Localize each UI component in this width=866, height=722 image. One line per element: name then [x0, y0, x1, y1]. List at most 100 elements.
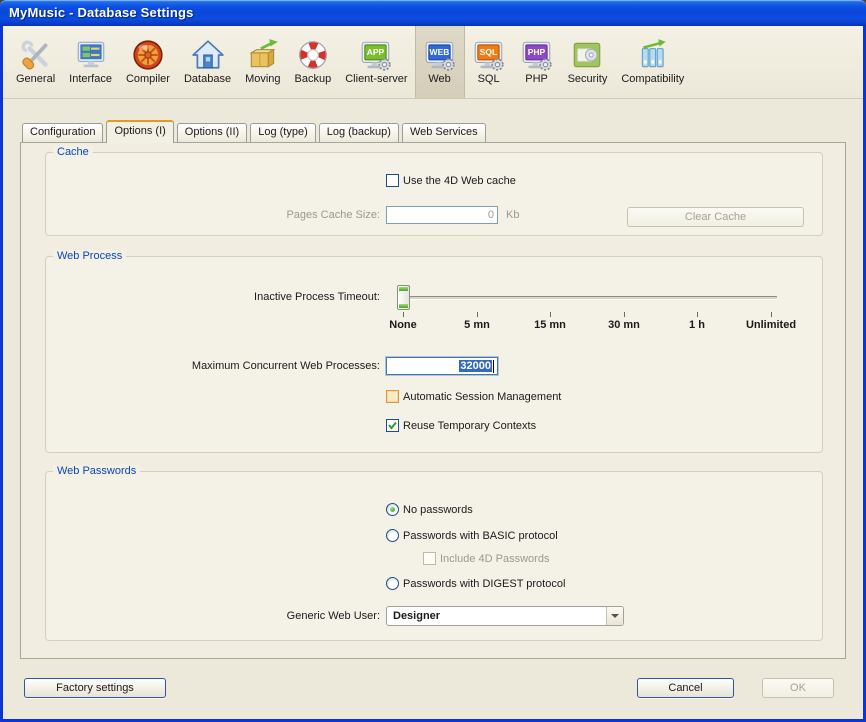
tab-web-services[interactable]: Web Services — [402, 123, 486, 142]
digest-protocol-label: Passwords with DIGEST protocol — [403, 578, 565, 590]
auto-session-checkbox[interactable] — [386, 390, 399, 403]
no-passwords-label: No passwords — [403, 504, 473, 516]
pages-cache-size-input: 0 — [386, 206, 498, 224]
toolbar-item-php[interactable]: PHP PHP — [513, 26, 561, 98]
icon-screen-text: APP — [367, 47, 385, 57]
tab-options-2[interactable]: Options (II) — [177, 123, 247, 142]
generic-web-user-label: Generic Web User: — [242, 610, 380, 622]
window-title: MyMusic - Database Settings — [0, 0, 866, 20]
tab-options-1[interactable]: Options (I) — [106, 120, 173, 143]
auto-session-label: Automatic Session Management — [403, 391, 561, 403]
toolbar-item-database[interactable]: Database — [177, 26, 238, 98]
slider-tick — [771, 312, 772, 317]
slider-label-30mn: 30 mn — [584, 319, 664, 331]
icon-screen-text: WEB — [429, 47, 449, 57]
slider-label-unlimited: Unlimited — [731, 319, 811, 331]
compatibility-icon — [636, 38, 670, 72]
digest-protocol-radio[interactable] — [386, 577, 399, 590]
tab-configuration[interactable]: Configuration — [22, 123, 103, 142]
slider-label-5mn: 5 mn — [437, 319, 517, 331]
interface-icon — [74, 38, 108, 72]
max-processes-label: Maximum Concurrent Web Processes: — [142, 360, 380, 372]
include-4d-passwords-checkbox — [423, 552, 436, 565]
chevron-down-icon — [611, 614, 619, 618]
web-process-group-legend: Web Process — [53, 250, 126, 262]
slider-tick — [624, 312, 625, 317]
toolbar-item-web[interactable]: WEB Web — [415, 26, 465, 98]
toolbar-item-compiler[interactable]: Compiler — [119, 26, 177, 98]
toolbar-item-general[interactable]: General — [9, 26, 62, 98]
reuse-contexts-checkbox[interactable] — [386, 419, 399, 432]
ok-button: OK — [762, 678, 834, 698]
web-process-group: Web Process Inactive Process Timeout: No… — [45, 256, 823, 453]
toolbar-item-client-server[interactable]: APP Client-server — [338, 26, 414, 98]
web-passwords-group-legend: Web Passwords — [53, 465, 140, 477]
include-4d-passwords-label: Include 4D Passwords — [440, 553, 549, 565]
checkmark-icon — [387, 420, 398, 431]
slider-tick — [550, 312, 551, 317]
pages-cache-size-value: 0 — [488, 209, 494, 221]
slider-tick — [403, 312, 404, 317]
tab-log-type[interactable]: Log (type) — [250, 123, 316, 142]
tools-icon — [19, 38, 53, 72]
settings-panel: Cache Use the 4D Web cache Pages Cache S… — [20, 142, 846, 659]
generic-web-user-dropdown[interactable]: Designer — [386, 606, 624, 626]
toolbar-item-label: Moving — [245, 73, 280, 85]
toolbar-item-label: General — [16, 73, 55, 85]
toolbar-item-label: PHP — [525, 73, 548, 85]
toolbar-item-label: Database — [184, 73, 231, 85]
basic-protocol-label: Passwords with BASIC protocol — [403, 530, 558, 542]
icon-screen-text: SQL — [479, 47, 496, 57]
icon-screen-text: PHP — [527, 47, 545, 57]
factory-settings-button[interactable]: Factory settings — [24, 678, 166, 698]
cache-group-legend: Cache — [53, 146, 93, 158]
slider-tick — [697, 312, 698, 317]
compiler-icon — [131, 38, 165, 72]
dropdown-arrow-button[interactable] — [606, 607, 623, 625]
toolbar-item-label: Backup — [295, 73, 332, 85]
toolbar-item-label: Compatibility — [621, 73, 684, 85]
clear-cache-button: Clear Cache — [627, 207, 804, 227]
toolbar-item-interface[interactable]: Interface — [62, 26, 119, 98]
basic-protocol-radio[interactable] — [386, 529, 399, 542]
text-caret — [493, 360, 494, 373]
pages-cache-size-unit: Kb — [506, 209, 519, 221]
max-processes-input[interactable]: 32000 — [386, 357, 498, 375]
use-web-cache-checkbox[interactable] — [386, 174, 399, 187]
timeout-slider-thumb[interactable] — [397, 285, 410, 310]
web-icon: WEB — [423, 38, 457, 72]
slider-tick — [477, 312, 478, 317]
toolbar-item-label: Security — [568, 73, 608, 85]
database-settings-window: MyMusic - Database Settings General Inte… — [0, 0, 866, 722]
toolbar-item-security[interactable]: Security — [561, 26, 615, 98]
security-icon — [570, 38, 604, 72]
toolbar-item-label: Interface — [69, 73, 112, 85]
reuse-contexts-label: Reuse Temporary Contexts — [403, 420, 536, 432]
toolbar-item-sql[interactable]: SQL SQL — [465, 26, 513, 98]
toolbar-item-moving[interactable]: Moving — [238, 26, 287, 98]
sql-icon: SQL — [472, 38, 506, 72]
pages-cache-size-label: Pages Cache Size: — [182, 209, 380, 221]
toolbar-item-label: Web — [428, 73, 450, 85]
titlebar[interactable]: MyMusic - Database Settings — [0, 0, 866, 26]
inactive-timeout-label: Inactive Process Timeout: — [152, 291, 380, 303]
backup-lifebuoy-icon — [296, 38, 330, 72]
timeout-slider-track[interactable] — [399, 296, 777, 300]
toolbar-item-backup[interactable]: Backup — [288, 26, 339, 98]
toolbar-item-label: SQL — [478, 73, 500, 85]
cancel-button[interactable]: Cancel — [637, 678, 734, 698]
toolbar: General Interface — [3, 26, 863, 99]
moving-box-icon — [246, 38, 280, 72]
generic-web-user-value: Designer — [387, 610, 606, 622]
slider-label-none: None — [363, 319, 443, 331]
toolbar-item-label: Client-server — [345, 73, 407, 85]
tab-bar: Configuration Options (I) Options (II) L… — [22, 120, 489, 142]
slider-label-1h: 1 h — [657, 319, 737, 331]
cache-group: Cache Use the 4D Web cache Pages Cache S… — [45, 152, 823, 236]
tab-log-backup[interactable]: Log (backup) — [319, 123, 399, 142]
web-passwords-group: Web Passwords No passwords Passwords wit… — [45, 471, 823, 641]
client-server-icon: APP — [359, 38, 393, 72]
toolbar-item-compatibility[interactable]: Compatibility — [614, 26, 691, 98]
max-processes-value: 32000 — [459, 360, 492, 372]
no-passwords-radio[interactable] — [386, 503, 399, 516]
